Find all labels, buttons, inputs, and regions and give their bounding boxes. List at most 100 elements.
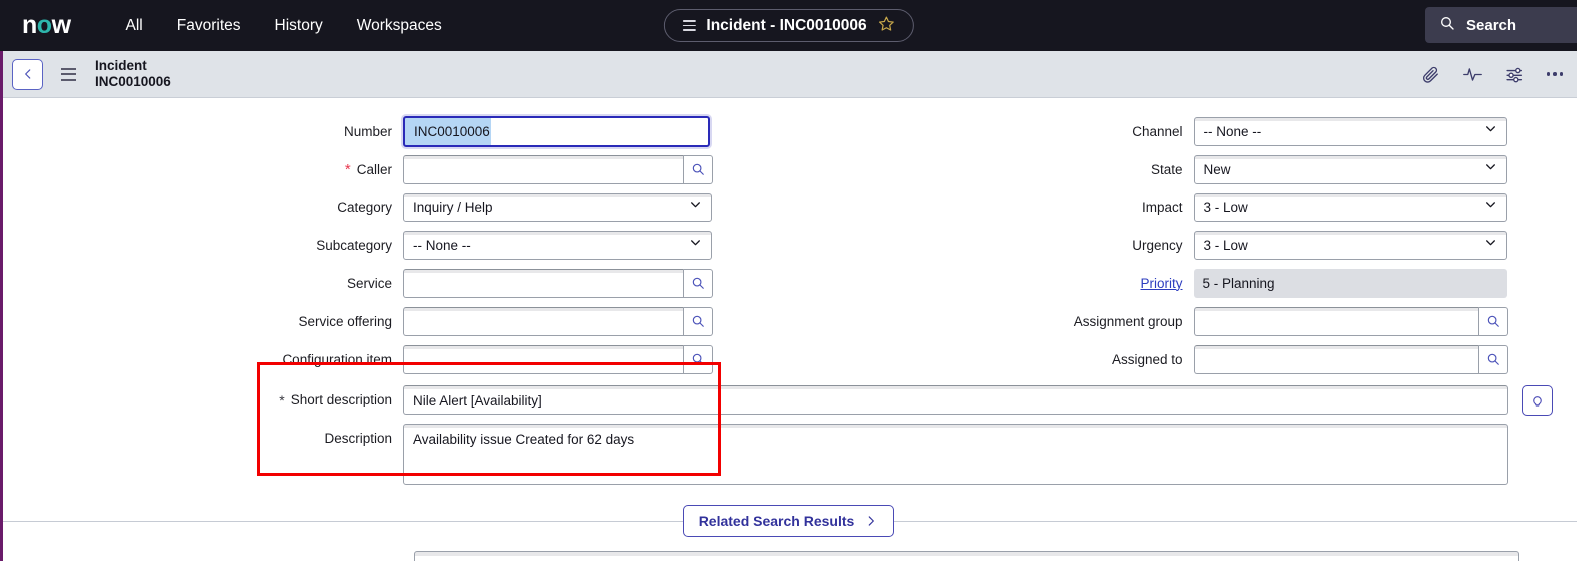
control-assignment-group bbox=[1193, 306, 1508, 336]
label-category: Category bbox=[337, 199, 392, 215]
nav-item-favorites[interactable]: Favorites bbox=[160, 11, 258, 41]
field-row-short-description: * Short description bbox=[0, 385, 1577, 416]
form-right-column: Channel -- None -- State New Impact 3 - … bbox=[789, 112, 1577, 378]
field-row-service: Service bbox=[0, 264, 789, 302]
record-pill-container: Incident - INC0010006 bbox=[663, 9, 914, 42]
label-caller-text: Caller bbox=[356, 161, 392, 177]
urgency-select[interactable]: 3 - Low bbox=[1193, 230, 1507, 260]
control-assigned-to bbox=[1193, 344, 1508, 374]
page-title-line1: Incident bbox=[95, 57, 147, 73]
star-outline-icon[interactable] bbox=[878, 15, 895, 36]
servicenow-logo[interactable]: now bbox=[22, 13, 71, 38]
next-field-partial[interactable] bbox=[414, 551, 1519, 561]
control-service bbox=[403, 268, 713, 298]
magnifier-icon bbox=[692, 163, 704, 175]
description-textarea[interactable]: Availability issue Created for 62 days bbox=[403, 424, 1508, 485]
logo-text-n: n bbox=[22, 11, 37, 39]
field-row-priority: Priority 5 - Planning bbox=[789, 264, 1577, 302]
priority-label-link[interactable]: Priority bbox=[1140, 276, 1182, 291]
service-offering-input[interactable] bbox=[403, 306, 684, 336]
record-pill-title: Incident - INC0010006 bbox=[706, 16, 867, 34]
label-caller: * Caller bbox=[0, 162, 403, 177]
service-offering-lookup-button[interactable] bbox=[684, 306, 713, 336]
field-row-configuration-item: Configuration item bbox=[0, 340, 789, 378]
lightbulb-icon bbox=[1533, 396, 1542, 407]
form-columns: Number * Caller bbox=[0, 112, 1577, 378]
assignment-group-lookup-button[interactable] bbox=[1478, 306, 1508, 336]
ellipsis-icon[interactable] bbox=[1546, 72, 1563, 76]
top-nav-left-group: now All Favorites History Workspaces bbox=[0, 11, 459, 41]
back-button[interactable] bbox=[12, 58, 43, 90]
assigned-to-input[interactable] bbox=[1193, 344, 1479, 374]
configuration-item-input[interactable] bbox=[403, 344, 684, 374]
label-configuration-item: Configuration item bbox=[282, 351, 392, 367]
label-priority: Priority bbox=[789, 276, 1194, 291]
impact-select[interactable]: 3 - Low bbox=[1193, 192, 1507, 222]
field-row-number: Number bbox=[0, 112, 789, 150]
related-search-results-section: Related Search Results bbox=[0, 501, 1577, 541]
subcategory-select[interactable]: -- None -- bbox=[403, 230, 712, 260]
label-description: Description bbox=[324, 431, 392, 446]
control-number bbox=[403, 115, 710, 147]
assignment-group-input[interactable] bbox=[1193, 306, 1479, 336]
caller-lookup-button[interactable] bbox=[684, 154, 713, 184]
field-row-caller: * Caller bbox=[0, 150, 789, 188]
nav-item-history[interactable]: History bbox=[258, 11, 340, 41]
sliders-icon[interactable] bbox=[1505, 65, 1525, 84]
service-lookup-button[interactable] bbox=[684, 268, 713, 298]
control-subcategory: -- None -- bbox=[403, 230, 712, 260]
form-left-column: Number * Caller bbox=[0, 112, 789, 378]
channel-select[interactable]: -- None -- bbox=[1193, 116, 1507, 146]
control-service-offering bbox=[403, 306, 713, 336]
lightbulb-button[interactable] bbox=[1522, 385, 1553, 416]
label-service-offering: Service offering bbox=[298, 313, 392, 329]
label-state: State bbox=[1150, 161, 1183, 177]
required-asterisk-icon: * bbox=[344, 160, 351, 178]
configuration-item-lookup-button[interactable] bbox=[684, 344, 713, 374]
page-title-line2: INC0010006 bbox=[95, 74, 171, 89]
related-search-results-button[interactable]: Related Search Results bbox=[682, 505, 895, 537]
global-top-navigation-bar: now All Favorites History Workspaces Inc… bbox=[0, 0, 1577, 51]
short-description-input[interactable] bbox=[403, 385, 1508, 415]
label-short-description-text: Short description bbox=[290, 392, 392, 407]
assigned-to-lookup-button[interactable] bbox=[1478, 344, 1508, 374]
logo-text-w: w bbox=[51, 11, 71, 39]
label-channel: Channel bbox=[1132, 123, 1183, 139]
service-input[interactable] bbox=[403, 268, 684, 298]
nav-item-workspaces[interactable]: Workspaces bbox=[340, 11, 459, 41]
required-asterisk-icon: * bbox=[279, 391, 285, 408]
state-select[interactable]: New bbox=[1193, 154, 1507, 184]
short-description-assist-container bbox=[1522, 385, 1553, 416]
search-icon bbox=[1439, 15, 1455, 36]
label-number: Number bbox=[343, 123, 392, 139]
paperclip-icon[interactable] bbox=[1421, 65, 1440, 84]
field-row-state: State New bbox=[789, 150, 1577, 188]
left-accent-stripe bbox=[0, 51, 3, 561]
hamburger-icon[interactable] bbox=[682, 20, 696, 31]
control-configuration-item bbox=[403, 344, 713, 374]
chevron-left-icon bbox=[24, 69, 30, 79]
field-row-subcategory: Subcategory -- None -- bbox=[0, 226, 789, 264]
nav-item-all[interactable]: All bbox=[109, 11, 160, 41]
field-row-assigned-to: Assigned to bbox=[789, 340, 1577, 378]
control-channel: -- None -- bbox=[1193, 116, 1507, 146]
field-row-urgency: Urgency 3 - Low bbox=[789, 226, 1577, 264]
pulse-line-icon[interactable] bbox=[1462, 65, 1483, 84]
field-row-category: Category Inquiry / Help bbox=[0, 188, 789, 226]
form-menu-button[interactable] bbox=[61, 67, 76, 81]
form-header-actions bbox=[1421, 51, 1563, 97]
category-select[interactable]: Inquiry / Help bbox=[403, 192, 712, 222]
magnifier-icon bbox=[1487, 353, 1499, 365]
number-input[interactable] bbox=[403, 115, 710, 147]
magnifier-icon bbox=[692, 315, 704, 327]
caller-input[interactable] bbox=[403, 154, 684, 184]
priority-readonly-value: 5 - Planning bbox=[1193, 268, 1507, 298]
logo-text-o: o bbox=[36, 11, 52, 39]
search-input[interactable]: Search bbox=[1425, 7, 1577, 43]
page-title: Incident INC0010006 bbox=[95, 58, 171, 91]
label-impact: Impact bbox=[1141, 199, 1183, 215]
divider-left bbox=[0, 521, 694, 522]
record-pill[interactable]: Incident - INC0010006 bbox=[663, 9, 914, 42]
incident-form-body: Number * Caller bbox=[0, 98, 1577, 561]
magnifier-icon bbox=[692, 353, 704, 365]
